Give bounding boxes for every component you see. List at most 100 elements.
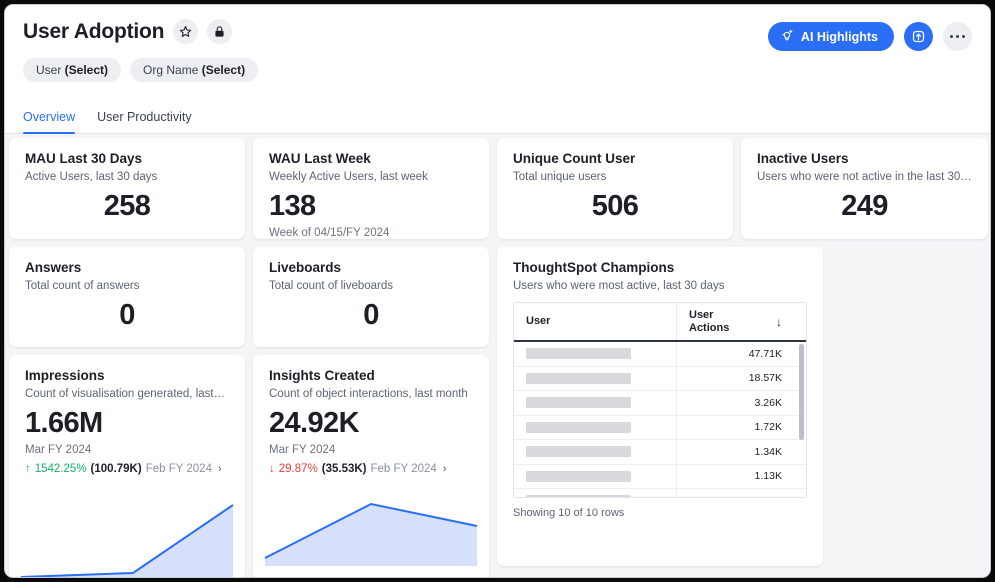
kpi-card-answers[interactable]: Answers Total count of answers 0 [9, 247, 245, 347]
kpi-card-wau-last-week[interactable]: WAU Last Week Weekly Active Users, last … [253, 138, 489, 239]
redacted-user-name [526, 348, 631, 359]
sparkline-impressions [9, 488, 245, 578]
table-row[interactable]: 1.13K [514, 465, 806, 490]
table-row[interactable]: 18.57K [514, 367, 806, 392]
kpi-card-inactive-users[interactable]: Inactive Users Users who were not active… [741, 138, 988, 239]
lock-icon[interactable] [207, 19, 232, 44]
kpi-value: 138 [269, 190, 473, 223]
trend-arrow-up-icon: ↑ [25, 463, 31, 475]
filter-chip-user-label: User [36, 63, 65, 77]
table-cell-user-actions: 1.72K [676, 416, 794, 440]
app-window: User Adoption User (Select) Org Name (Se… [4, 4, 991, 578]
redacted-user-name [526, 495, 631, 498]
share-upload-icon[interactable] [904, 22, 933, 51]
trend-subtitle: Count of visualisation generated, last… [25, 388, 229, 400]
redacted-user-name [526, 471, 631, 482]
tab-overview[interactable]: Overview [23, 110, 75, 133]
filter-chip-org-name-label: Org Name [143, 63, 202, 77]
filter-chip-org-name[interactable]: Org Name (Select) [130, 58, 258, 82]
trend-card-insights-created[interactable]: Insights Created Count of object interac… [253, 355, 489, 578]
table-cell-user-actions: 1.34K [676, 440, 794, 464]
kpi-value: 258 [25, 190, 229, 223]
kpi-value: 506 [513, 190, 717, 223]
column-header-user-actions-line2: Actions [689, 322, 729, 335]
kpi-value: 0 [269, 299, 473, 332]
kpi-subtitle: Weekly Active Users, last week [269, 171, 473, 183]
kpi-title: Unique Count User [513, 151, 717, 166]
star-icon[interactable] [173, 19, 198, 44]
table-card-subtitle: Users who were most active, last 30 days [513, 280, 807, 292]
redacted-user-name [526, 397, 631, 408]
kpi-title: Answers [25, 260, 229, 275]
table-row[interactable]: 1.34K [514, 440, 806, 465]
column-header-user[interactable]: User [514, 315, 676, 328]
chevron-right-icon[interactable]: › [443, 463, 447, 475]
table-cell-user [514, 446, 676, 457]
page-title: User Adoption [23, 20, 164, 44]
trend-delta[interactable]: ↑ 1542.25% (100.79K) Feb FY 2024 › [25, 463, 229, 475]
column-header-user-actions-line1: User [689, 309, 729, 322]
trend-title: Impressions [25, 368, 229, 383]
kpi-card-liveboards[interactable]: Liveboards Total count of liveboards 0 [253, 247, 489, 347]
table-cell-user [514, 397, 676, 408]
dashboard-board: MAU Last 30 Days Active Users, last 30 d… [5, 134, 990, 578]
kpi-subtitle: Total count of answers [25, 280, 229, 292]
kpi-card-unique-count-user[interactable]: Unique Count User Total unique users 506 [497, 138, 733, 239]
trend-compare-period: Feb FY 2024 [146, 463, 212, 475]
header-actions: AI Highlights [768, 22, 972, 51]
trend-absolute: (35.53K) [322, 463, 367, 475]
more-options-icon[interactable] [943, 22, 972, 51]
kpi-value: 249 [757, 190, 972, 223]
trend-compare-period: Feb FY 2024 [371, 463, 437, 475]
trend-title: Insights Created [269, 368, 473, 383]
tab-bar: Overview User Productivity [5, 97, 990, 134]
filter-chip-user[interactable]: User (Select) [23, 58, 121, 82]
sparkle-icon [780, 28, 794, 45]
redacted-user-name [526, 373, 631, 384]
trend-value: 24.92K [269, 407, 473, 440]
trend-percent: 29.87% [279, 463, 318, 475]
champions-table: User User Actions ↓ 47.71K18.57K3.26K1.7… [513, 302, 807, 498]
ai-highlights-button[interactable]: AI Highlights [768, 22, 894, 51]
kpi-subtitle: Users who were not active in the last 30… [757, 171, 972, 183]
filter-chip-org-name-value: (Select) [202, 63, 245, 77]
kpi-title: Liveboards [269, 260, 473, 275]
filter-chip-user-value: (Select) [65, 63, 108, 77]
table-cell-user-actions: 18.57K [676, 367, 794, 391]
trend-arrow-down-icon: ↓ [269, 463, 275, 475]
trend-period: Mar FY 2024 [25, 444, 229, 456]
table-row[interactable]: 3.26K [514, 391, 806, 416]
table-cell-user-actions: 939 [676, 489, 794, 498]
table-card-thoughtspot-champions[interactable]: ThoughtSpot Champions Users who were mos… [497, 247, 823, 566]
table-footer-rowcount: Showing 10 of 10 rows [497, 498, 823, 519]
chevron-right-icon[interactable]: › [218, 463, 222, 475]
sort-descending-icon[interactable]: ↓ [776, 316, 782, 328]
table-row[interactable]: 1.72K [514, 416, 806, 441]
table-body[interactable]: 47.71K18.57K3.26K1.72K1.34K1.13K939729 [514, 342, 806, 498]
table-cell-user [514, 495, 676, 498]
trend-absolute: (100.79K) [91, 463, 142, 475]
ai-highlights-label: AI Highlights [801, 30, 878, 44]
kpi-title: MAU Last 30 Days [25, 151, 229, 166]
table-cell-user-actions: 3.26K [676, 391, 794, 415]
table-cell-user [514, 373, 676, 384]
page-header: User Adoption User (Select) Org Name (Se… [5, 5, 990, 97]
table-cell-user [514, 422, 676, 433]
kpi-card-mau-last-30-days[interactable]: MAU Last 30 Days Active Users, last 30 d… [9, 138, 245, 239]
table-scrollbar[interactable] [799, 344, 804, 440]
kpi-value: 0 [25, 299, 229, 332]
table-row[interactable]: 47.71K [514, 342, 806, 367]
table-cell-user [514, 348, 676, 359]
trend-delta[interactable]: ↓ 29.87% (35.53K) Feb FY 2024 › [269, 463, 473, 475]
filter-chips: User (Select) Org Name (Select) [23, 58, 972, 82]
column-header-user-actions[interactable]: User Actions ↓ [676, 303, 794, 340]
trend-card-impressions[interactable]: Impressions Count of visualisation gener… [9, 355, 245, 578]
trend-percent: 1542.25% [35, 463, 87, 475]
table-header-row: User User Actions ↓ [514, 303, 806, 342]
redacted-user-name [526, 422, 631, 433]
table-cell-user-actions: 47.71K [676, 342, 794, 366]
table-row[interactable]: 939 [514, 489, 806, 498]
more-dots [950, 35, 965, 38]
kpi-subtitle: Total unique users [513, 171, 717, 183]
tab-user-productivity[interactable]: User Productivity [97, 110, 191, 133]
